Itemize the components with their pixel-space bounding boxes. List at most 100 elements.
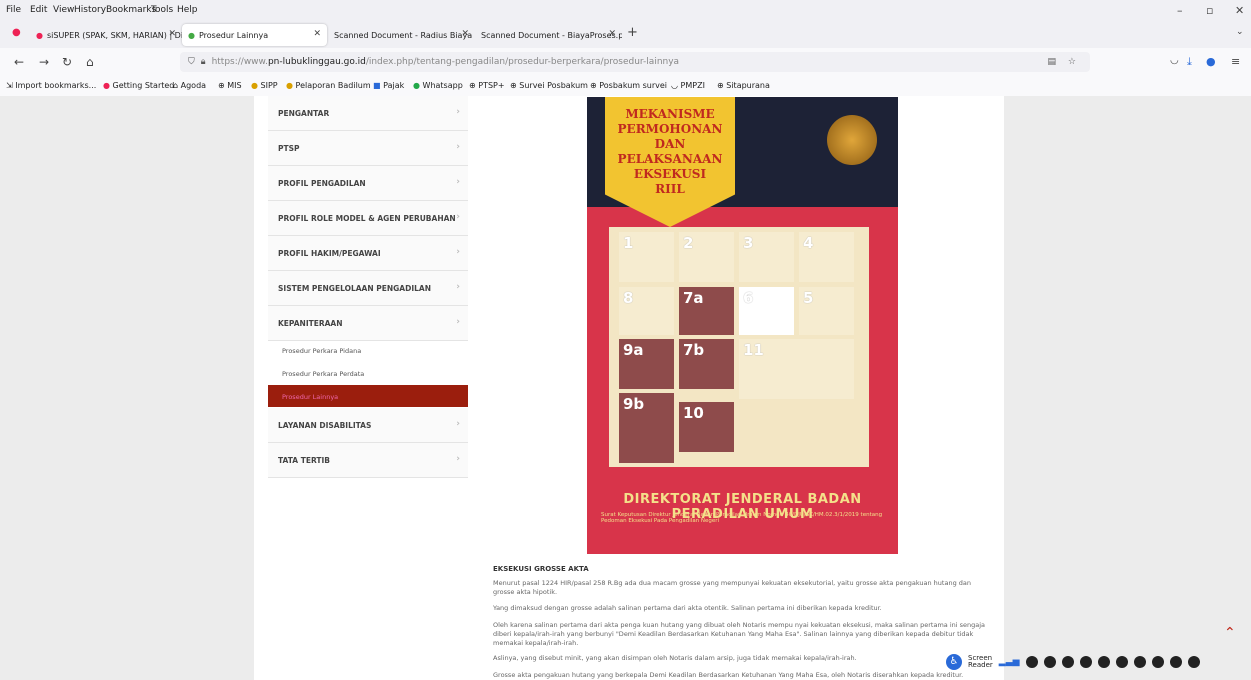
forward-icon[interactable]: →	[39, 55, 49, 69]
poster-footer-sub: Surat Keputusan Direktur Jenderal Badan …	[601, 512, 883, 524]
sidebar-item-profil-pengadilan[interactable]: PROFIL PENGADILAN ›	[268, 166, 468, 201]
downloads-icon[interactable]: ⤓	[1187, 55, 1192, 69]
bookmark-pelaporan-badilum[interactable]: ● Pelaporan Badilum	[286, 81, 371, 90]
tab-sisuper[interactable]: ● siSUPER (SPAK, SKM, HARIAN) | Dir ✕	[32, 24, 182, 46]
sidebar-subitem-lainnya[interactable]: Prosedur Lainnya	[268, 385, 468, 407]
pocket-icon[interactable]: ◡	[1170, 55, 1179, 66]
chevron-right-icon: ›	[456, 282, 460, 292]
scroll-to-top-icon[interactable]: ⌃	[1224, 625, 1236, 641]
menu-file[interactable]: File	[6, 5, 21, 15]
chevron-right-icon: ›	[456, 142, 460, 152]
bookmark-sitapurana[interactable]: ⊕ Sitapurana	[717, 81, 770, 90]
url-prefix: https://www.	[211, 57, 268, 67]
bookmark-posbakum-survei[interactable]: ⊕ Posbakum survei	[590, 81, 667, 90]
bookmark-survei-posbakum[interactable]: ⊕ Survei Posbakum	[510, 81, 588, 90]
close-window-icon[interactable]: ✕	[1235, 4, 1244, 17]
tab-title: Scanned Document - Radius Biaya	[334, 30, 473, 40]
chevron-right-icon: ›	[456, 247, 460, 257]
tab-scanned-radius[interactable]: Scanned Document - Radius Biaya ✕	[330, 24, 475, 46]
back-icon[interactable]: ←	[14, 55, 24, 69]
chevron-right-icon: ›	[456, 212, 460, 222]
volume-icon[interactable]: ▂▃▅	[999, 657, 1020, 667]
flow-board: 1 2 3 4 8 7a 6 5 9a 7b 11 9b 10	[609, 227, 869, 467]
firefox-icon[interactable]: ●	[12, 27, 21, 38]
poster-title: MEKANISME PERMOHONAN DAN PELAKSANAAN EKS…	[617, 107, 723, 196]
article-paragraph: Yang dimaksud dengan grosse adalah salin…	[493, 604, 882, 612]
step-cell: 10	[679, 402, 734, 452]
step-cell: 9b	[619, 393, 674, 463]
tab-close-icon[interactable]: ✕	[608, 29, 616, 39]
shield-icon[interactable]: ⛉	[188, 57, 195, 67]
bookmark-whatsapp[interactable]: ● Whatsapp	[413, 81, 463, 90]
minimize-icon[interactable]: –	[1177, 4, 1183, 17]
menu-tools[interactable]: Tools	[151, 5, 173, 15]
tab-favicon-icon: ●	[188, 30, 195, 40]
stop-icon[interactable]	[1061, 656, 1074, 668]
tab-title: Scanned Document - BiayaProses.p	[481, 30, 622, 40]
tab-close-icon[interactable]: ✕	[168, 29, 176, 39]
bookmark-getting-started[interactable]: ● Getting Started	[103, 81, 174, 90]
text-reset-icon[interactable]	[1115, 656, 1128, 668]
step-cell: 9a	[619, 339, 674, 389]
reader-view-icon[interactable]: ▤	[1047, 57, 1056, 67]
sidebar-item-kepaniteraan[interactable]: KEPANITERAAN ›	[268, 306, 468, 341]
text-larger-icon[interactable]	[1079, 656, 1092, 668]
grayscale-icon[interactable]	[1169, 656, 1182, 668]
navigation-toolbar: ← → ↻ ⌂ ⛉ 🔒︎ https://www. pn-lubuklinggau…	[0, 48, 1251, 77]
menu-bookmarks[interactable]: Bookmarks	[106, 5, 156, 15]
sidebar-item-tata-tertib[interactable]: TATA TERTIB ›	[268, 443, 468, 478]
lock-icon[interactable]: 🔒︎	[201, 57, 206, 67]
tab-bar: ● ● siSUPER (SPAK, SKM, HARIAN) | Dir ✕ …	[0, 21, 1251, 48]
list-tabs-icon[interactable]: ⌄	[1236, 27, 1244, 37]
text-smaller-icon[interactable]	[1097, 656, 1110, 668]
sidebar-item-profil-role-model[interactable]: PROFIL ROLE MODEL & AGEN PERUBAHAN ›	[268, 201, 468, 236]
step-cell: 7b	[679, 339, 734, 389]
sidebar-item-ptsp[interactable]: PTSP ›	[268, 131, 468, 166]
sidebar-item-pengantar[interactable]: PENGANTAR ›	[268, 96, 468, 131]
court-seal-icon	[827, 115, 877, 165]
bookmark-star-icon[interactable]: ☆	[1068, 57, 1076, 67]
reload-icon[interactable]: ↻	[62, 55, 72, 69]
menu-help[interactable]: Help	[177, 5, 198, 15]
menu-edit[interactable]: Edit	[30, 5, 47, 15]
menu-view[interactable]: View	[53, 5, 74, 15]
bookmark-sipp[interactable]: ● SIPP	[251, 81, 278, 90]
contrast-icon[interactable]	[1151, 656, 1164, 668]
step-cell: 2	[679, 232, 734, 282]
bookmark-import[interactable]: ⇲ Import bookmarks...	[6, 81, 96, 90]
pause-icon[interactable]	[1043, 656, 1056, 668]
invert-icon[interactable]	[1187, 656, 1200, 668]
home-icon[interactable]: ⌂	[86, 55, 94, 69]
chevron-right-icon: ›	[456, 177, 460, 187]
tab-close-icon[interactable]: ✕	[313, 29, 321, 39]
step-cell: 5	[799, 287, 854, 335]
bookmark-ptsp-plus[interactable]: ⊕ PTSP+	[469, 81, 505, 90]
sidebar-item-profil-hakim[interactable]: PROFIL HAKIM/PEGAWAI ›	[268, 236, 468, 271]
play-icon[interactable]	[1025, 656, 1038, 668]
app-menu-icon[interactable]: ≡	[1231, 55, 1240, 68]
tab-scanned-biaya[interactable]: Scanned Document - BiayaProses.p ✕	[477, 24, 622, 46]
tab-prosedur-lainnya[interactable]: ● Prosedur Lainnya ✕	[182, 24, 327, 46]
bookmark-agoda[interactable]: ⌂ Agoda	[173, 81, 206, 90]
font-icon[interactable]	[1133, 656, 1146, 668]
sidebar-item-sistem-pengelolaan[interactable]: SISTEM PENGELOLAAN PENGADILAN ›	[268, 271, 468, 306]
sidebar-subitem-pidana[interactable]: Prosedur Perkara Pidana	[268, 339, 468, 361]
bookmark-pajak[interactable]: ■ Pajak	[373, 81, 404, 90]
restore-icon[interactable]: ▫	[1206, 4, 1213, 17]
new-tab-button[interactable]: +	[627, 25, 638, 40]
screen-reader-label[interactable]: Screen Reader	[968, 655, 993, 669]
bookmark-mis[interactable]: ⊕ MIS	[218, 81, 242, 90]
step-cell: 1	[619, 232, 674, 282]
sidebar-subitem-perdata[interactable]: Prosedur Perkara Perdata	[268, 362, 468, 384]
step-cell: 3	[739, 232, 794, 282]
step-cell: 8	[619, 287, 674, 335]
bookmark-pmpzi[interactable]: ◡ PMPZI	[671, 81, 705, 90]
accessibility-icon[interactable]: ♿︎	[946, 654, 962, 670]
menu-history[interactable]: History	[74, 5, 106, 15]
tab-close-icon[interactable]: ✕	[461, 29, 469, 39]
url-field[interactable]: ⛉ 🔒︎ https://www. pn-lubuklinggau.go.id/i…	[180, 52, 1090, 72]
sidebar-item-layanan-disabilitas[interactable]: LAYANAN DISABILITAS ›	[268, 408, 468, 443]
step-cell: 7a	[679, 287, 734, 335]
chevron-right-icon: ›	[456, 454, 460, 464]
account-icon[interactable]: ●	[1206, 55, 1216, 68]
